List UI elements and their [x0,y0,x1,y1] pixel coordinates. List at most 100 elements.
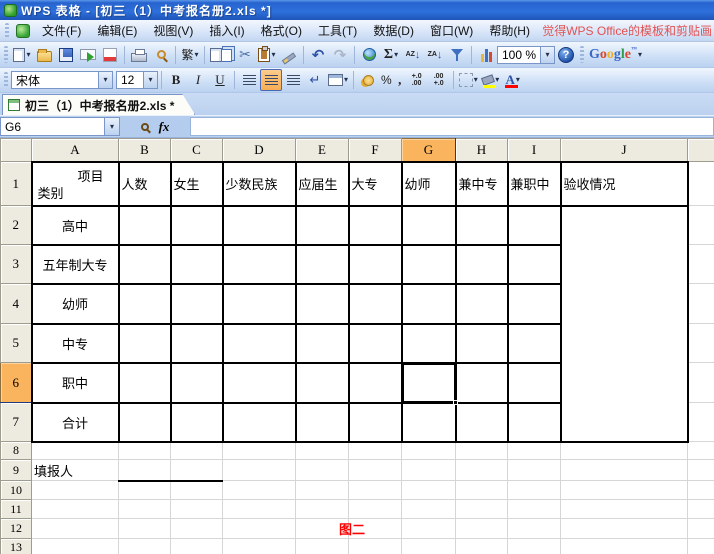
cell[interactable] [119,481,171,500]
column-header-E[interactable]: E [296,139,349,162]
cell[interactable] [688,519,714,539]
cell[interactable] [456,403,508,442]
cell[interactable] [223,500,296,519]
column-header-I[interactable]: I [508,139,561,162]
wps-promo-link[interactable]: 觉得WPS Office的模板和剪贴画 [542,22,712,39]
cell[interactable] [456,539,508,554]
cell[interactable] [349,403,402,442]
column-header-C[interactable]: C [171,139,223,162]
cell[interactable] [456,206,508,245]
cell-A9[interactable]: 填报人 [32,460,119,481]
active-document-tab[interactable]: 初三（1）中考报名册2.xls * [2,94,195,115]
cell[interactable] [508,245,561,284]
column-header-B[interactable]: B [119,139,171,162]
cell[interactable] [223,539,296,554]
chevron-down-icon[interactable]: ▾ [98,72,112,88]
cell[interactable] [402,460,456,481]
cell[interactable] [223,403,296,442]
cell[interactable] [223,284,296,324]
menu-view[interactable]: 视图(V) [145,20,201,41]
font-color-button[interactable]: A▾ [502,69,524,91]
cell[interactable] [296,403,349,442]
align-left-button[interactable] [238,69,260,91]
new-document-button[interactable]: ▾ [11,44,33,66]
cell[interactable] [32,539,119,554]
sort-descending-button[interactable]: ZA↓ [424,44,446,66]
cell[interactable] [561,481,688,500]
row-header-6-selected[interactable]: 6 [1,363,32,403]
column-header-H[interactable]: H [456,139,508,162]
cell[interactable] [456,519,508,539]
cell[interactable] [688,162,714,206]
cell[interactable] [688,363,714,403]
cell[interactable] [508,500,561,519]
cell[interactable] [688,245,714,284]
cell[interactable] [402,500,456,519]
cell[interactable] [456,481,508,500]
cell[interactable] [688,481,714,500]
cell[interactable] [402,284,456,324]
cell[interactable] [561,460,688,481]
comma-style-button[interactable]: , [394,69,406,91]
cell-D1[interactable]: 少数民族 [223,162,296,206]
row-header-5[interactable]: 5 [1,324,32,363]
cell[interactable] [119,206,171,245]
fill-handle[interactable] [453,400,458,405]
cell[interactable] [508,519,561,539]
wrap-text-button[interactable]: ↵ [304,69,326,91]
chart-button[interactable] [475,44,497,66]
sort-ascending-button[interactable]: AZ↓ [402,44,424,66]
cell-G6-selected[interactable] [402,363,456,403]
cell[interactable] [171,442,223,460]
increase-decimal-button[interactable]: +.0.00 [406,69,428,91]
cell[interactable] [402,519,456,539]
cell[interactable] [508,460,561,481]
cell-B9-underlined[interactable] [119,460,171,481]
redo-button[interactable]: ↷ [329,44,351,66]
cell-E1[interactable]: 应届生 [296,162,349,206]
toolbar-handle[interactable] [4,72,8,89]
cut-button[interactable]: ✂ [234,44,256,66]
cell[interactable] [508,481,561,500]
font-name-combobox[interactable]: 宋体▾ [11,71,113,89]
cell[interactable] [561,442,688,460]
cell[interactable] [119,442,171,460]
cell[interactable] [223,481,296,500]
cell[interactable] [349,539,402,554]
cell[interactable] [32,500,119,519]
column-header-G-selected[interactable]: G [402,139,456,162]
cell[interactable] [223,519,296,539]
cell[interactable] [688,539,714,554]
row-header-8[interactable]: 8 [1,442,32,460]
format-painter-button[interactable] [278,44,300,66]
cell[interactable] [171,206,223,245]
cell[interactable] [688,442,714,460]
cell[interactable] [171,363,223,403]
fill-color-button[interactable]: ▾ [480,69,502,91]
cell[interactable] [402,403,456,442]
cell-C9-underlined[interactable] [171,460,223,481]
chevron-down-icon[interactable]: ▾ [143,72,157,88]
cell[interactable] [349,284,402,324]
menu-help[interactable]: 帮助(H) [481,20,538,41]
cell[interactable] [508,442,561,460]
row-header-4[interactable]: 4 [1,284,32,324]
save-button[interactable] [55,44,77,66]
cell[interactable] [296,206,349,245]
cell[interactable] [296,284,349,324]
cell[interactable] [561,500,688,519]
hyperlink-button[interactable] [358,44,380,66]
cell-J2-J7-merged[interactable] [561,206,688,442]
select-all-corner[interactable] [1,139,32,162]
cell[interactable] [508,403,561,442]
cell-B1[interactable]: 人数 [119,162,171,206]
menu-tools[interactable]: 工具(T) [310,20,365,41]
cell[interactable] [402,324,456,363]
cell[interactable] [349,324,402,363]
align-center-button[interactable] [260,69,282,91]
cell[interactable] [296,245,349,284]
cell[interactable] [508,206,561,245]
cell[interactable] [119,245,171,284]
menu-edit[interactable]: 编辑(E) [89,20,145,41]
cell[interactable] [119,403,171,442]
